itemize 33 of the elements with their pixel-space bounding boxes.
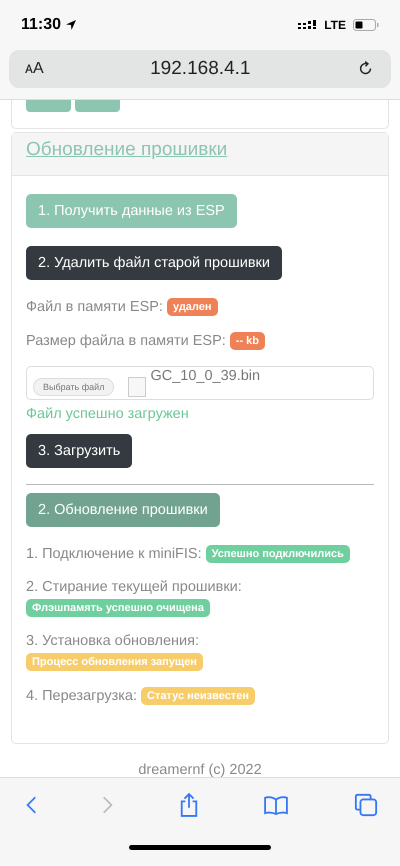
location-arrow-icon [65, 19, 78, 31]
file-name: GC_10_0_39.bin [150, 368, 260, 384]
action-button[interactable]: 2. Обновление прошивки [26, 493, 220, 527]
status-badge: Успешно подключились [206, 545, 350, 563]
book-icon[interactable] [263, 795, 290, 815]
clock-time: 11:30 [21, 16, 62, 34]
status-label: 1. Подключение к miniFIS: [26, 546, 202, 562]
status-label: Размер файла в памяти ESP: [26, 333, 226, 349]
url-text: 192.168.4.1 [149, 58, 252, 80]
network-type: LTE [324, 18, 346, 32]
status-label: 3. Установка обновления: [26, 633, 200, 649]
action-button[interactable]: 3. Загрузить [26, 434, 132, 468]
back-icon[interactable] [25, 795, 37, 815]
choose-file-button[interactable]: Выбрать файл [33, 378, 114, 396]
status-badge: удален [166, 298, 218, 316]
action-button[interactable]: 2. Удалить файл старой прошивки [26, 246, 282, 280]
share-icon[interactable] [178, 792, 198, 818]
tabs-icon[interactable] [354, 793, 378, 817]
status-badge: Флэшпамять успешно очищена [26, 599, 210, 617]
status-label: 2. Стирание текущей прошивки: [26, 579, 242, 595]
status-badge: Статус неизвестен [140, 687, 255, 705]
text-size-button[interactable]: ᴀA [25, 60, 44, 78]
file-icon [128, 377, 146, 397]
status-label: Файл в памяти ESP: [26, 299, 163, 315]
address-bar[interactable]: ᴀA 192.168.4.1 [9, 50, 391, 88]
file-input[interactable]: Выбрать файл GC_10_0_39.bin [26, 366, 374, 400]
success-message: Файл успешно загружен [26, 406, 189, 422]
status-badge: Процесс обновления запущен [26, 653, 203, 671]
status-label: 4. Перезагрузка: [26, 688, 137, 704]
signal-icon [298, 20, 316, 30]
battery-icon [353, 19, 379, 31]
footer-text: dreamernf (c) 2022 [137, 762, 263, 778]
status-badge: -- kb [230, 332, 266, 350]
